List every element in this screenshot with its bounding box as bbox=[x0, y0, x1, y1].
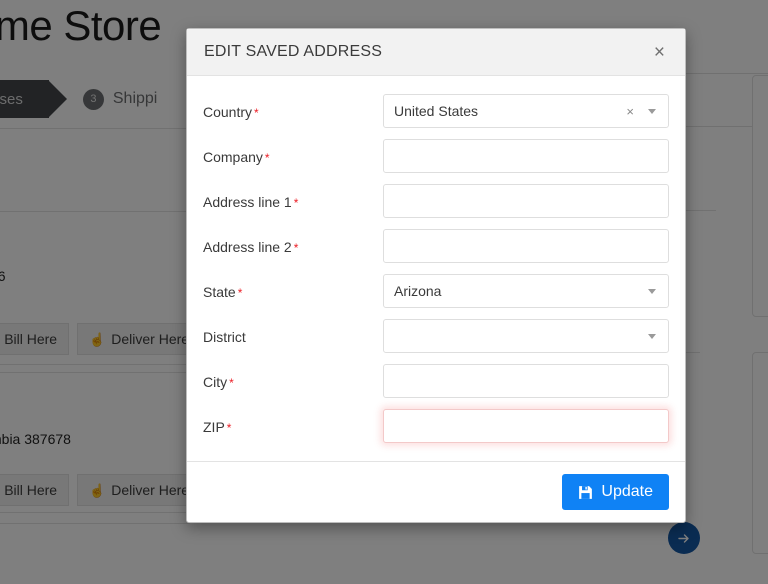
save-floppy-icon bbox=[579, 485, 593, 499]
address-line-2-label: Address line 2 * bbox=[203, 229, 383, 254]
district-select[interactable] bbox=[383, 319, 669, 353]
chevron-down-icon[interactable] bbox=[648, 108, 656, 114]
district-label-text: District bbox=[203, 329, 246, 345]
required-marker: * bbox=[293, 196, 299, 210]
update-button-label: Update bbox=[601, 483, 653, 500]
address-line-1-label: Address line 1 * bbox=[203, 184, 383, 209]
company-control bbox=[383, 139, 669, 173]
city-input[interactable] bbox=[383, 364, 669, 398]
company-label-text: Company bbox=[203, 149, 263, 165]
district-control bbox=[383, 319, 669, 353]
country-control: United States × bbox=[383, 94, 669, 128]
district-label: District bbox=[203, 319, 383, 344]
modal-header: EDIT SAVED ADDRESS × bbox=[187, 29, 685, 76]
city-label: City * bbox=[203, 364, 383, 389]
state-control: Arizona bbox=[383, 274, 669, 308]
required-marker: * bbox=[254, 106, 259, 120]
form-row-country: Country * United States × bbox=[203, 94, 669, 128]
state-label: State * bbox=[203, 274, 383, 299]
form-row-district: District bbox=[203, 319, 669, 353]
edit-saved-address-modal: EDIT SAVED ADDRESS × Country * United Sta… bbox=[186, 28, 686, 523]
form-row-city: City * bbox=[203, 364, 669, 398]
address-line-2-label-text: Address line 2 bbox=[203, 239, 292, 255]
form-row-company: Company * bbox=[203, 139, 669, 173]
chevron-down-icon[interactable] bbox=[648, 333, 656, 339]
required-marker: * bbox=[229, 376, 234, 390]
zip-label: ZIP * bbox=[203, 409, 383, 434]
modal-footer: Update bbox=[187, 461, 685, 522]
chevron-down-icon[interactable] bbox=[648, 288, 656, 294]
required-marker: * bbox=[237, 286, 243, 300]
country-label: Country * bbox=[203, 94, 383, 119]
state-label-text: State bbox=[203, 284, 236, 300]
address-line-2-input[interactable] bbox=[383, 229, 669, 263]
company-label: Company * bbox=[203, 139, 383, 164]
zip-label-text: ZIP bbox=[203, 419, 225, 435]
form-row-address-line-2: Address line 2 * bbox=[203, 229, 669, 263]
city-label-text: City bbox=[203, 374, 228, 390]
required-marker: * bbox=[264, 151, 270, 165]
city-control bbox=[383, 364, 669, 398]
zip-input[interactable] bbox=[383, 409, 669, 443]
required-marker: * bbox=[293, 241, 299, 255]
form-row-address-line-1: Address line 1 * bbox=[203, 184, 669, 218]
address-line-1-label-text: Address line 1 bbox=[203, 194, 292, 210]
close-icon[interactable]: × bbox=[650, 41, 669, 64]
form-row-state: State * Arizona bbox=[203, 274, 669, 308]
modal-title: EDIT SAVED ADDRESS bbox=[204, 43, 383, 60]
zip-control bbox=[383, 409, 669, 443]
update-button[interactable]: Update bbox=[562, 474, 669, 510]
address-form: Country* United States × Company* Addr bbox=[187, 76, 685, 461]
country-selected-value: United States bbox=[394, 103, 479, 119]
state-selected-value: Arizona bbox=[394, 283, 442, 299]
company-input[interactable] bbox=[383, 139, 669, 173]
country-select[interactable]: United States × bbox=[383, 94, 669, 128]
state-select[interactable]: Arizona bbox=[383, 274, 669, 308]
address-line-1-input[interactable] bbox=[383, 184, 669, 218]
clear-icon[interactable]: × bbox=[626, 105, 634, 118]
country-label-text: Country bbox=[203, 104, 253, 120]
required-marker: * bbox=[226, 421, 232, 435]
address-line-2-control bbox=[383, 229, 669, 263]
address-line-1-control bbox=[383, 184, 669, 218]
form-row-zip: ZIP * bbox=[203, 409, 669, 443]
